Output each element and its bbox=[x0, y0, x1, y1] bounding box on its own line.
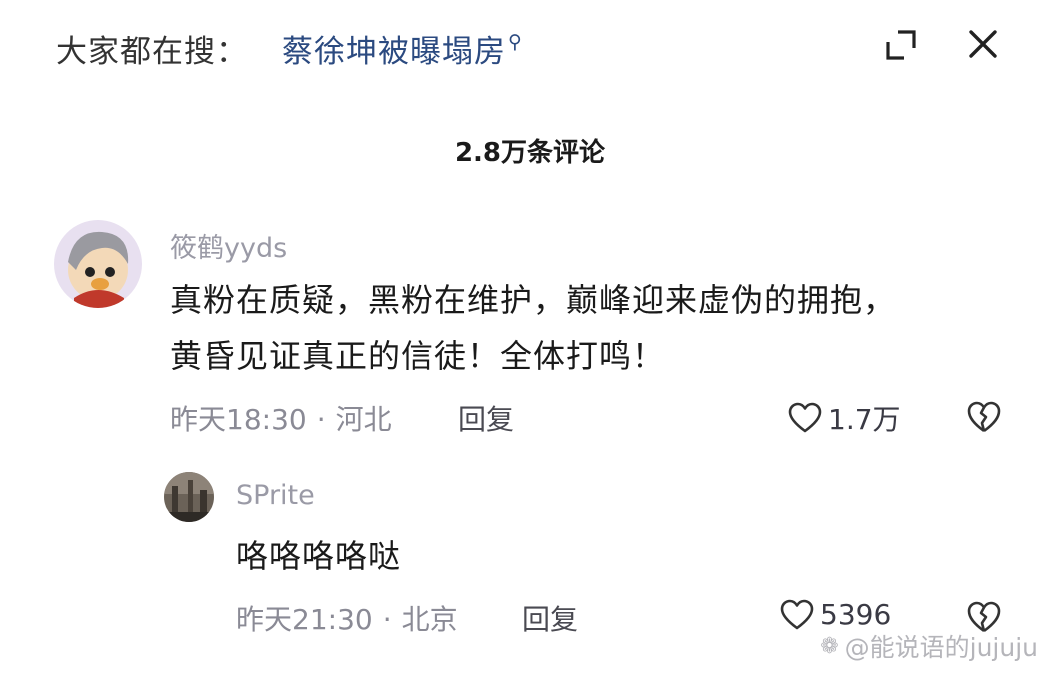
comment-location: 北京 bbox=[401, 603, 458, 636]
expand-icon[interactable] bbox=[884, 28, 918, 62]
search-query-text: 蔡徐坤被曝塌房 bbox=[282, 34, 506, 70]
comment-time: 昨天21:30 bbox=[236, 603, 373, 636]
close-icon[interactable] bbox=[966, 27, 1000, 61]
comment-username[interactable]: SPrite bbox=[236, 480, 315, 511]
search-prefix: 大家都在搜： bbox=[56, 34, 248, 70]
paw-icon: ❁ bbox=[820, 633, 839, 659]
search-header: 大家都在搜： 蔡徐坤被曝塌房 ⚲ bbox=[0, 0, 1060, 100]
comment-text-line: 咯咯咯咯哒 bbox=[236, 537, 402, 575]
comment-time: 昨天18:30 bbox=[170, 403, 307, 436]
like-button[interactable]: 5396 bbox=[780, 598, 891, 631]
reply-button[interactable]: 回复 bbox=[458, 398, 514, 438]
trending-search-link[interactable]: 蔡徐坤被曝塌房 ⚲ bbox=[282, 26, 523, 71]
comment-text-line: 真粉在质疑，黑粉在维护，巅峰迎来虚伪的拥抱， bbox=[170, 281, 897, 319]
heart-icon bbox=[788, 402, 822, 433]
heart-icon bbox=[780, 599, 814, 629]
like-count: 5396 bbox=[820, 598, 892, 631]
reply-button[interactable]: 回复 bbox=[522, 598, 578, 638]
like-count: 1.7万 bbox=[828, 403, 901, 436]
watermark-text: @能说语的jujuju bbox=[844, 633, 1038, 662]
comment-location: 河北 bbox=[335, 403, 392, 436]
watermark: ❁ @能说语的jujuju bbox=[820, 628, 1038, 664]
avatar[interactable] bbox=[164, 472, 214, 522]
comment-count: 2.8万条评论 bbox=[454, 138, 606, 168]
broken-heart-icon[interactable] bbox=[966, 400, 1002, 434]
like-button[interactable]: 1.7万 bbox=[788, 398, 901, 438]
search-icon: ⚲ bbox=[508, 31, 523, 53]
comment-text-line: 黄昏见证真正的信徒！全体打鸣！ bbox=[170, 337, 666, 375]
avatar[interactable] bbox=[54, 220, 142, 308]
comment-meta: 昨天21:30 · 北京 bbox=[236, 603, 458, 636]
comment-meta: 昨天18:30 · 河北 bbox=[170, 403, 392, 436]
comment-username[interactable]: 筱鹤yyds bbox=[170, 226, 287, 265]
